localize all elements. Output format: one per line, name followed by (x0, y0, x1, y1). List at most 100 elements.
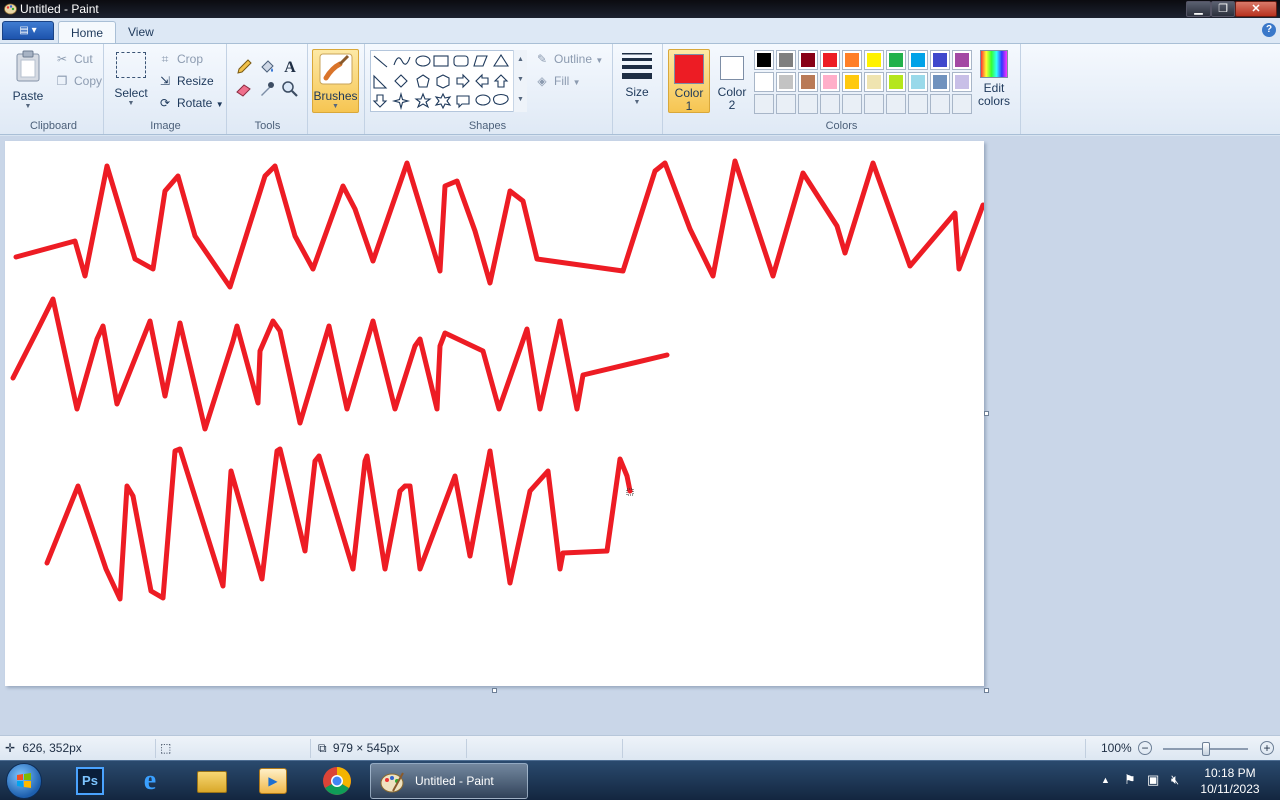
taskbar-paint-window[interactable]: Untitled - Paint (370, 763, 528, 799)
divider (1020, 44, 1021, 134)
scroll-down-icon[interactable]: ▼ (514, 70, 527, 90)
eraser-icon[interactable] (234, 80, 254, 100)
status-divider (622, 739, 623, 758)
edit-colors-button[interactable]: Edit colors (973, 50, 1015, 108)
paste-dropdown-icon: ▼ (24, 103, 32, 110)
resize-handle-corner[interactable] (984, 688, 989, 693)
fill-icon[interactable] (257, 58, 277, 78)
clock-time: 10:18 PM (1204, 766, 1256, 780)
show-hidden-icons-button[interactable]: ▲ (1101, 775, 1110, 785)
crop-button[interactable]: ⌗ Crop (157, 50, 203, 68)
shapes-gallery-scroll[interactable]: ▲ ▼ ▼ (513, 50, 527, 112)
color-picker-icon[interactable] (257, 80, 277, 100)
color-swatch[interactable] (798, 50, 818, 70)
volume-muted-icon[interactable]: 🔇︎ (1171, 772, 1179, 788)
tools-group: A Tools (228, 44, 308, 134)
scroll-up-icon[interactable]: ▲ (514, 50, 527, 70)
maximize-button[interactable]: ❐ (1211, 1, 1235, 17)
system-clock[interactable]: 10:18 PM 10/11/2023 (1196, 765, 1264, 797)
size-button[interactable]: Size ▼ (617, 50, 657, 106)
shapes-gallery-icons (372, 53, 510, 111)
help-icon[interactable]: ? (1262, 23, 1276, 37)
minimize-button[interactable]: ▁ (1186, 1, 1211, 17)
custom-color-slot[interactable] (930, 94, 950, 114)
color-swatch[interactable] (952, 50, 972, 70)
resize-button[interactable]: ⇲ Resize (157, 72, 214, 90)
color-swatch-fill (801, 53, 815, 67)
color-swatch-fill (845, 75, 859, 89)
zoom-out-button[interactable]: − (1138, 741, 1152, 755)
outline-button[interactable]: ✎ Outline ▼ (534, 50, 603, 68)
resize-handle-bottom[interactable] (492, 688, 497, 693)
color-swatch[interactable] (842, 50, 862, 70)
custom-color-slot[interactable] (776, 94, 796, 114)
color-swatch[interactable] (930, 50, 950, 70)
media-player-icon[interactable]: ▶ (249, 764, 297, 798)
custom-color-slot[interactable] (798, 94, 818, 114)
color-swatch[interactable] (908, 50, 928, 70)
custom-color-slot[interactable] (864, 94, 884, 114)
color-swatch-fill (933, 75, 947, 89)
tab-view[interactable]: View (116, 21, 166, 43)
color-swatch[interactable] (776, 72, 796, 92)
chrome-icon[interactable] (313, 764, 361, 798)
resize-handle-right[interactable] (984, 411, 989, 416)
color-swatch[interactable] (754, 72, 774, 92)
ribbon-tab-bar: ▤ ▾ Home View ? (0, 18, 1280, 43)
fill-button[interactable]: ◈ Fill ▼ (534, 72, 580, 90)
color-swatch[interactable] (908, 72, 928, 92)
file-explorer-icon[interactable] (188, 764, 236, 798)
start-button[interactable] (6, 763, 42, 799)
pencil-icon[interactable] (234, 58, 254, 78)
select-button[interactable]: Select ▼ (113, 52, 149, 107)
paint-menu-button[interactable]: ▤ ▾ (2, 21, 54, 40)
color2-button[interactable]: Color 2 (712, 49, 752, 113)
custom-color-slot[interactable] (820, 94, 840, 114)
magnifier-icon[interactable] (280, 80, 300, 100)
custom-color-slot[interactable] (754, 94, 774, 114)
ribbon: Paste ▼ ✂ Cut ❐ Copy Clipboard Select ▼ ⌗ C… (0, 43, 1280, 135)
color-swatch[interactable] (930, 72, 950, 92)
title-bar: Untitled - Paint ▁ ❐ ✕ (0, 0, 1280, 18)
custom-color-slot[interactable] (952, 94, 972, 114)
custom-color-slot[interactable] (908, 94, 928, 114)
color-swatch[interactable] (776, 50, 796, 70)
custom-color-slot[interactable] (886, 94, 906, 114)
status-bar: ✛ 626, 352px ⬚ ⧉ 979 × 545px 100% − + (0, 735, 1280, 760)
color-swatch[interactable] (842, 72, 862, 92)
rotate-button[interactable]: ⟳ Rotate ▼ (157, 94, 224, 112)
paste-button[interactable]: Paste ▼ (8, 50, 48, 110)
color-swatch[interactable] (820, 72, 840, 92)
color-swatch[interactable] (886, 50, 906, 70)
paste-label: Paste (12, 89, 44, 103)
network-icon[interactable]: ▣ (1147, 772, 1159, 788)
color-swatch[interactable] (798, 72, 818, 92)
shapes-gallery (370, 50, 527, 112)
color-swatch[interactable] (886, 72, 906, 92)
zigzag-stroke-3 (44, 446, 633, 602)
color-swatch[interactable] (820, 50, 840, 70)
action-center-flag-icon[interactable]: ⚑ (1124, 772, 1136, 788)
drawing-canvas[interactable] (5, 141, 989, 693)
color-swatch-fill (845, 53, 859, 67)
color-swatch[interactable] (754, 50, 774, 70)
internet-explorer-icon[interactable]: e (126, 764, 174, 798)
gallery-expand-icon[interactable]: ▼ (514, 90, 527, 110)
text-icon[interactable]: A (280, 58, 300, 78)
color-swatch[interactable] (864, 50, 884, 70)
brushes-button[interactable]: Brushes ▼ (312, 49, 359, 113)
zoom-slider[interactable] (1163, 742, 1248, 756)
tools-group-label: Tools (254, 120, 281, 132)
tab-home[interactable]: Home (58, 21, 117, 43)
clock-date: 10/11/2023 (1200, 782, 1260, 796)
custom-color-slot[interactable] (842, 94, 862, 114)
photoshop-icon[interactable]: Ps (66, 764, 114, 798)
close-button[interactable]: ✕ (1235, 1, 1277, 17)
cut-button[interactable]: ✂ Cut (54, 50, 93, 68)
color-swatch[interactable] (952, 72, 972, 92)
zoom-in-button[interactable]: + (1260, 741, 1274, 755)
zoom-slider-thumb[interactable] (1202, 742, 1210, 756)
copy-button[interactable]: ❐ Copy (54, 72, 102, 90)
color-swatch[interactable] (864, 72, 884, 92)
color1-button[interactable]: Color 1 (668, 49, 710, 113)
